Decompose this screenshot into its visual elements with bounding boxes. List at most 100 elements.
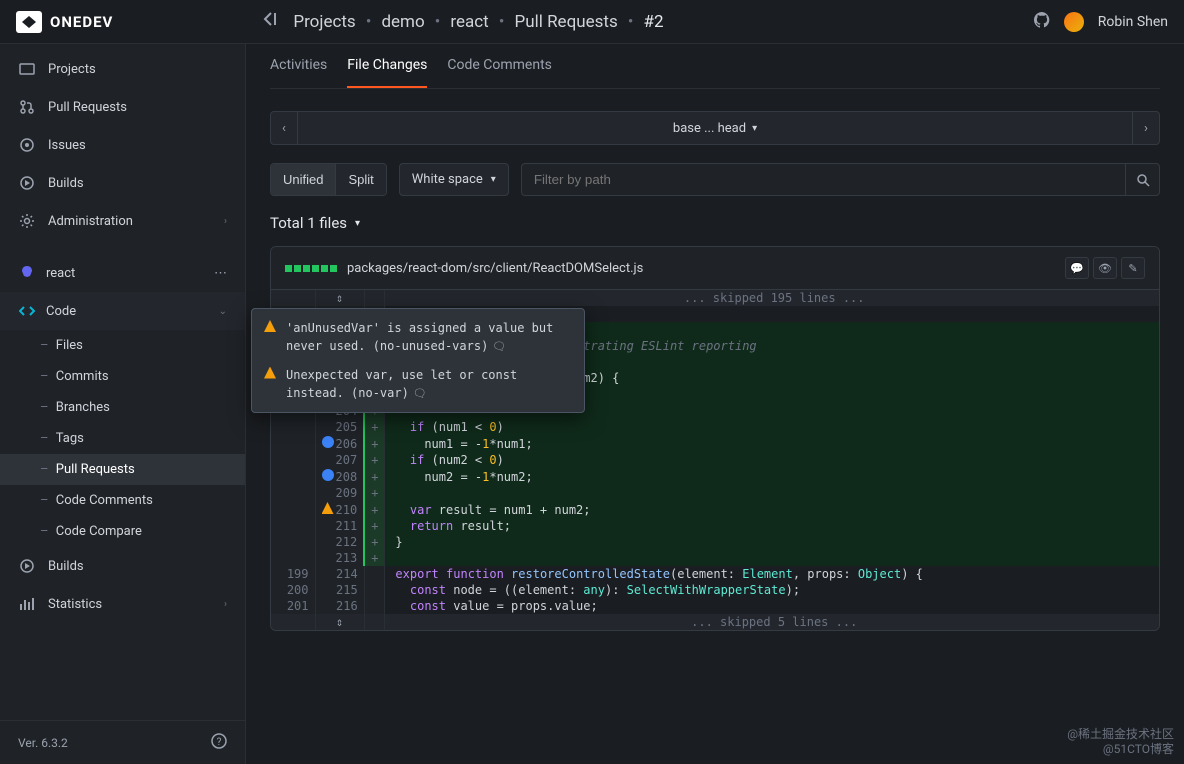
- tree-item-tags[interactable]: Tags: [0, 423, 245, 454]
- gear-icon: [18, 212, 36, 230]
- breadcrumb-react[interactable]: react: [450, 12, 488, 32]
- watermark: @稀土掘金技术社区 @51CTO博客: [1067, 727, 1174, 758]
- range-next-button[interactable]: ›: [1132, 111, 1160, 145]
- diff-line[interactable]: 210+ var result = num1 + num2;: [271, 501, 1159, 518]
- sidebar-item-label: Builds: [48, 559, 84, 574]
- play-icon: [18, 557, 36, 575]
- sidebar-item-label: Administration: [48, 214, 133, 229]
- chevron-down-icon: ▾: [491, 174, 496, 185]
- more-icon[interactable]: ⋯: [214, 266, 227, 281]
- code-icon: [18, 302, 36, 320]
- tree-item-pull-requests[interactable]: Pull Requests: [0, 454, 245, 485]
- filter-wrap: [521, 163, 1160, 196]
- split-button[interactable]: Split: [335, 164, 385, 195]
- file-header: packages/react-dom/src/client/ReactDOMSe…: [271, 247, 1159, 290]
- info-icon: [322, 469, 334, 481]
- diff-line[interactable]: 201216 const value = props.value;: [271, 598, 1159, 614]
- chart-icon: [18, 595, 36, 613]
- diff-stat-icon: [285, 265, 337, 272]
- warning-icon: [322, 502, 334, 514]
- sidebar-item-administration[interactable]: Administration ›: [0, 202, 245, 240]
- theme-toggle-icon[interactable]: [1004, 12, 1020, 32]
- merge-icon: [18, 98, 36, 116]
- code-section-label: Code: [46, 304, 76, 319]
- unified-button[interactable]: Unified: [271, 164, 335, 195]
- sidebar-item-projects[interactable]: Projects: [0, 50, 245, 88]
- tab-file-changes[interactable]: File Changes: [347, 44, 427, 88]
- play-icon: [18, 174, 36, 192]
- tab-activities[interactable]: Activities: [270, 44, 327, 88]
- chevron-right-icon: ›: [224, 216, 227, 227]
- filter-input[interactable]: [522, 164, 1125, 195]
- logo-icon: [16, 11, 42, 33]
- project-header[interactable]: react ⋯: [0, 254, 245, 292]
- logo-text: ONEDEV: [50, 13, 113, 31]
- hunk-expand-top[interactable]: ⇕... skipped 195 lines ...: [271, 290, 1159, 306]
- breadcrumb-projects[interactable]: Projects: [293, 12, 355, 32]
- search-icon[interactable]: [1125, 164, 1159, 195]
- folder-icon: [18, 60, 36, 78]
- warning-icon: [264, 366, 278, 403]
- help-icon[interactable]: ?: [211, 733, 227, 752]
- diff-line[interactable]: 212+}: [271, 534, 1159, 550]
- range-prev-button[interactable]: ‹: [270, 111, 298, 145]
- diff-line[interactable]: 211+ return result;: [271, 518, 1159, 534]
- breadcrumb-pullrequests[interactable]: Pull Requests: [515, 12, 618, 32]
- tooltip-message: Unexpected var, use let or const instead…: [286, 368, 517, 400]
- sidebar-item-builds[interactable]: Builds: [0, 164, 245, 202]
- chevron-down-icon: ▾: [752, 123, 757, 134]
- tab-code-comments[interactable]: Code Comments: [447, 44, 552, 88]
- sidebar-item-label: Pull Requests: [48, 100, 127, 115]
- issue-icon: [18, 136, 36, 154]
- breadcrumb-demo[interactable]: demo: [381, 12, 424, 32]
- comment-icon[interactable]: 🗨: [413, 387, 427, 400]
- pr-tabs: Activities File Changes Code Comments: [270, 44, 1160, 89]
- hunk-expand-bottom[interactable]: ⇕... skipped 5 lines ...: [271, 614, 1159, 630]
- svg-text:?: ?: [217, 737, 222, 748]
- logo[interactable]: ONEDEV: [16, 11, 113, 33]
- github-icon[interactable]: [1034, 12, 1050, 32]
- edit-file-icon[interactable]: ✎: [1121, 257, 1145, 279]
- code-section-header[interactable]: Code ⌄: [0, 292, 245, 330]
- tooltip-message: 'anUnusedVar' is assigned a value but ne…: [286, 321, 553, 353]
- sidebar-item-statistics[interactable]: Statistics ›: [0, 585, 245, 623]
- user-avatar[interactable]: [1064, 12, 1084, 32]
- diff-line[interactable]: 213+: [271, 550, 1159, 566]
- tree-item-code-compare[interactable]: Code Compare: [0, 516, 245, 547]
- comment-toggle-icon[interactable]: 💬: [1065, 257, 1089, 279]
- version-label: Ver. 6.3.2: [18, 736, 68, 750]
- diff-line[interactable]: 199214export function restoreControlledS…: [271, 566, 1159, 582]
- tree-item-commits[interactable]: Commits: [0, 361, 245, 392]
- sidebar-item-label: Builds: [48, 176, 84, 191]
- diff-line[interactable]: 206+ num1 = -1*num1;: [271, 435, 1159, 452]
- sidebar-item-issues[interactable]: Issues: [0, 126, 245, 164]
- topbar: ONEDEV Projects • demo • react • Pull Re…: [0, 0, 1184, 44]
- username-label[interactable]: Robin Shen: [1098, 14, 1168, 30]
- comment-icon[interactable]: 🗨: [492, 340, 506, 353]
- whitespace-dropdown[interactable]: White space ▾: [399, 163, 509, 196]
- view-mode-toggle: Unified Split: [270, 163, 387, 196]
- sidebar-item-project-builds[interactable]: Builds: [0, 547, 245, 585]
- chevron-down-icon: ⌄: [219, 306, 227, 317]
- info-icon: [322, 436, 334, 448]
- file-path[interactable]: packages/react-dom/src/client/ReactDOMSe…: [347, 261, 643, 276]
- lint-tooltip: 'anUnusedVar' is assigned a value but ne…: [251, 308, 585, 413]
- sidebar-item-label: Issues: [48, 138, 86, 153]
- chevron-down-icon: ▾: [355, 218, 360, 229]
- tree-item-branches[interactable]: Branches: [0, 392, 245, 423]
- sidebar-collapse-icon[interactable]: [263, 11, 277, 32]
- diff-line[interactable]: 207+ if (num2 < 0): [271, 452, 1159, 468]
- diff-line[interactable]: 209+: [271, 485, 1159, 501]
- diff-line[interactable]: 205+ if (num1 < 0): [271, 419, 1159, 435]
- total-files-toggle[interactable]: Total 1 files ▾: [270, 214, 1160, 232]
- sidebar-item-pull-requests[interactable]: Pull Requests: [0, 88, 245, 126]
- diff-line[interactable]: 200215 const node = ((element: any): Sel…: [271, 582, 1159, 598]
- tree-item-files[interactable]: Files: [0, 330, 245, 361]
- tree-item-code-comments[interactable]: Code Comments: [0, 485, 245, 516]
- range-selector[interactable]: base ... head ▾: [298, 111, 1132, 145]
- diff-line[interactable]: 208+ num2 = -1*num2;: [271, 468, 1159, 485]
- sidebar-item-label: Statistics: [48, 597, 102, 612]
- project-name: react: [46, 266, 75, 281]
- range-text: base ... head: [673, 121, 746, 136]
- view-file-icon[interactable]: 👁: [1093, 257, 1117, 279]
